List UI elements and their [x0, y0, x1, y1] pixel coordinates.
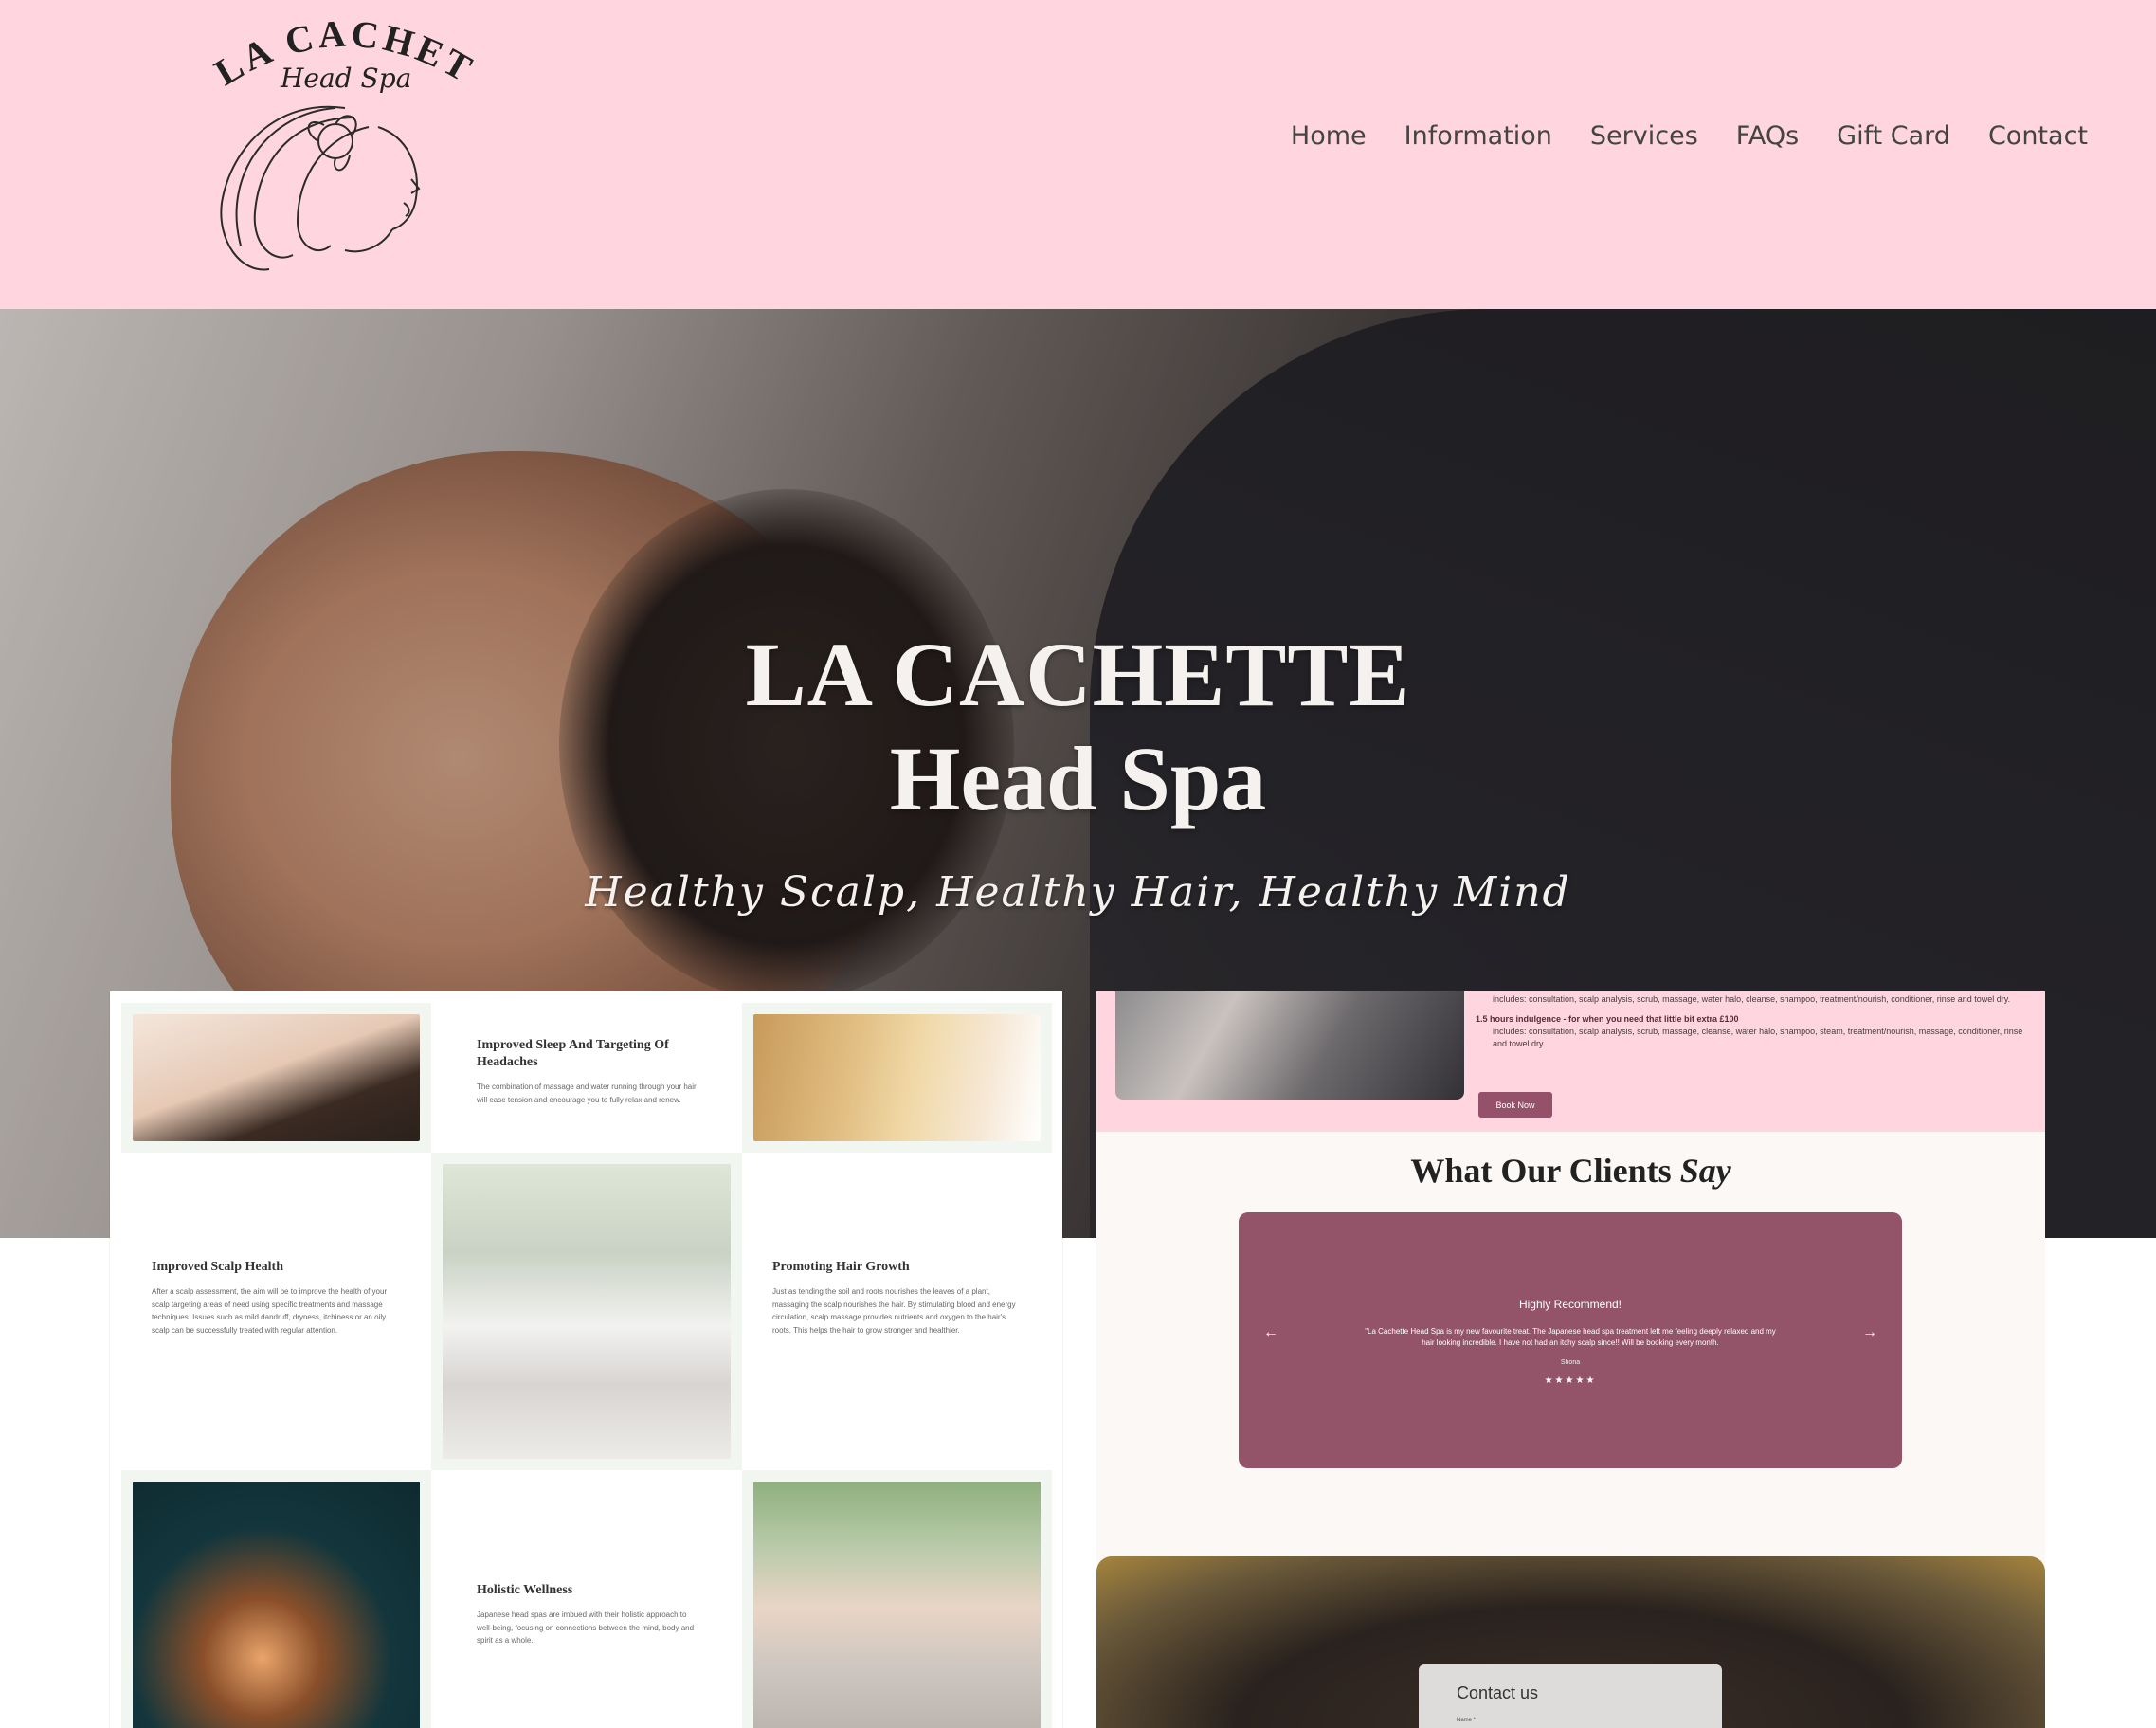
testimonials-heading: What Our Clients Say	[1096, 1151, 2045, 1191]
benefit-photo-cell	[121, 1470, 431, 1728]
benefit-wellness-text: Japanese head spas are imbued with their…	[477, 1610, 695, 1646]
service-item2-includes: includes: consultation, scalp analysis, …	[1493, 1027, 2023, 1049]
contact-title: Contact us	[1457, 1683, 1539, 1702]
benefit-sleep-text: The combination of massage and water run…	[477, 1082, 697, 1104]
hero-title-line2: Head Spa	[889, 728, 1267, 829]
arrow-right-icon[interactable]: →	[1862, 1324, 1877, 1341]
hero-title-line1: LA CACHETTE	[745, 624, 1411, 725]
benefit-growth-text: Just as tending the soil and roots nouri…	[772, 1287, 1016, 1335]
benefit-scalp: Improved Scalp Health After a scalp asse…	[121, 1153, 431, 1470]
benefits-mockup: Improved Sleep And Targeting Of Headache…	[110, 991, 1062, 1728]
benefit-growth-title: Promoting Hair Growth	[772, 1260, 910, 1274]
nav-home[interactable]: Home	[1291, 121, 1367, 151]
benefit-scalp-title: Improved Scalp Health	[152, 1260, 283, 1274]
nav-faqs[interactable]: FAQs	[1736, 121, 1799, 151]
testimonial-title: Highly Recommend!	[1518, 1298, 1622, 1311]
brand-logo[interactable]: LA CACHETTE Head Spa	[189, 0, 487, 288]
service-item1-includes: includes: consultation, scalp analysis, …	[1493, 994, 2011, 1004]
testimonial-card: ← Highly Recommend! "La Cachette Head Sp…	[1239, 1212, 1902, 1468]
benefit-sleep-title: Improved Sleep And Targeting Of Headache…	[477, 1038, 669, 1070]
benefit-scalp-text: After a scalp assessment, the aim will b…	[152, 1287, 388, 1335]
testimonials-heading-italic: Say	[1679, 1152, 1731, 1190]
name-field-label: Name *	[1457, 1718, 1477, 1723]
relaxing-man-photo	[443, 1164, 731, 1459]
nav-services[interactable]: Services	[1590, 121, 1698, 151]
benefit-photo-cell	[742, 1003, 1052, 1153]
candle-massage-photo	[133, 1482, 420, 1728]
hair-flower-photo	[753, 1014, 1041, 1141]
benefit-growth: Promoting Hair Growth Just as tending th…	[742, 1153, 1052, 1470]
testimonials-mockup: includes: consultation, scalp analysis, …	[1096, 991, 2045, 1728]
nav-information[interactable]: Information	[1404, 121, 1552, 151]
benefit-photo-cell	[742, 1470, 1052, 1728]
benefit-wellness-title: Holistic Wellness	[477, 1583, 573, 1597]
benefit-photo-cell	[431, 1153, 742, 1470]
service-photo	[1115, 991, 1464, 1100]
nav-gift-card[interactable]: Gift Card	[1837, 121, 1950, 151]
benefits-grid: Improved Sleep And Targeting Of Headache…	[121, 1003, 1052, 1728]
main-nav: Home Information Services FAQs Gift Card…	[1291, 121, 2088, 151]
star-rating: ★★★★★	[1544, 1375, 1597, 1386]
services-band: includes: consultation, scalp analysis, …	[1096, 991, 2045, 1132]
arrow-left-icon[interactable]: ←	[1263, 1324, 1278, 1341]
logo-subtitle: Head Spa	[280, 63, 411, 94]
nav-contact[interactable]: Contact	[1988, 121, 2088, 151]
service-list: includes: consultation, scalp analysis, …	[1476, 993, 2035, 1050]
site-header: LA CACHETTE Head Spa Home Information Se…	[0, 0, 2156, 309]
spa-friends-photo	[753, 1482, 1041, 1728]
benefit-photo-cell	[121, 1003, 431, 1153]
logo-illustration: LA CACHETTE Head Spa	[189, 0, 479, 271]
testimonial-quote: "La Cachette Head Spa is my new favourit…	[1365, 1327, 1776, 1347]
benefit-sleep: Improved Sleep And Targeting Of Headache…	[431, 1003, 742, 1153]
testimonial-author: Shona	[1560, 1359, 1581, 1366]
hero-tagline: Healthy Scalp, Healthy Hair, Healthy Min…	[585, 868, 1571, 917]
service-item2-title: 1.5 hours indulgence - for when you need…	[1476, 1014, 1739, 1025]
testimonials-heading-text: What Our Clients	[1410, 1152, 1672, 1190]
contact-form: Contact us Name *	[1419, 1664, 1722, 1728]
book-now-button[interactable]: Book Now	[1478, 1092, 1552, 1118]
benefit-wellness: Holistic Wellness Japanese head spas are…	[431, 1470, 742, 1728]
scalp-massage-photo	[133, 1014, 420, 1141]
